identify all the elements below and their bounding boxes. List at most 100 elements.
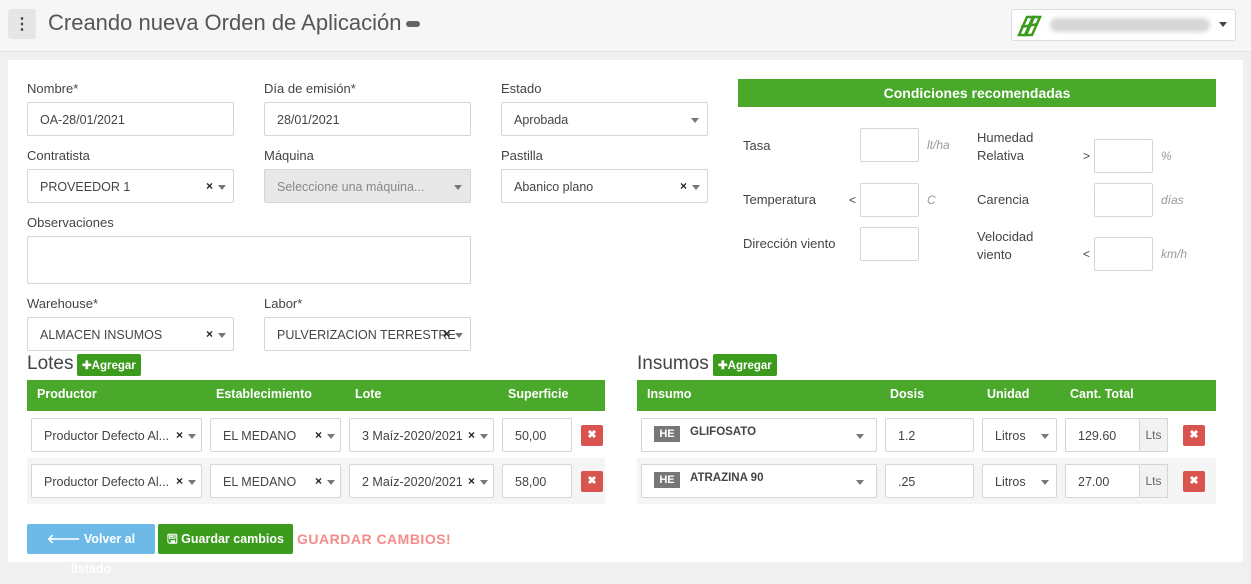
humedad-sym: >: [1083, 149, 1091, 163]
temperatura-input[interactable]: [860, 183, 919, 217]
unit-addon: Lts: [1140, 464, 1168, 498]
clear-icon[interactable]: ×: [206, 179, 213, 193]
contratista-label: Contratista: [27, 148, 90, 163]
add-insumo-button[interactable]: ✚Agregar: [713, 354, 777, 376]
lote-select[interactable]: 3 Maíz-2020/2021 ×: [349, 418, 494, 452]
humedad-unit: %: [1161, 149, 1172, 163]
lotes-table-header: Productor Establecimiento Lote Superfici…: [27, 380, 605, 411]
col-lote: Lote: [355, 387, 382, 401]
clear-icon[interactable]: ×: [468, 428, 475, 442]
delete-insumo-button[interactable]: ✖: [1183, 425, 1205, 446]
clear-icon[interactable]: ×: [315, 428, 322, 442]
chevron-down-icon: [188, 480, 196, 485]
carencia-label: Carencia: [977, 192, 1030, 207]
establecimiento-select[interactable]: EL MEDANO ×: [210, 464, 341, 498]
clear-icon[interactable]: ×: [443, 327, 450, 341]
lote-select[interactable]: 2 Maíz-2020/2021 ×: [349, 464, 494, 498]
cant-total-input[interactable]: 27.00: [1065, 464, 1140, 498]
direccion-viento-input[interactable]: [860, 227, 919, 261]
carencia-input[interactable]: [1094, 183, 1153, 217]
condiciones-header: Condiciones recomendadas: [738, 79, 1216, 107]
main-panel: Nombre* OA-28/01/2021 Día de emisión* 28…: [8, 60, 1243, 576]
clear-icon[interactable]: ×: [680, 179, 687, 193]
col-dosis: Dosis: [890, 387, 925, 401]
clear-icon[interactable]: ×: [206, 327, 213, 341]
warehouse-select[interactable]: ALMACEN INSUMOS ×: [27, 317, 234, 351]
tasa-label: Tasa: [743, 138, 771, 153]
unidad-select[interactable]: Litros: [982, 464, 1057, 498]
observaciones-textarea[interactable]: [27, 236, 471, 284]
chevron-down-icon: [1219, 22, 1227, 27]
clear-icon[interactable]: ×: [315, 474, 322, 488]
contratista-select[interactable]: PROVEEDOR 1 ×: [27, 169, 234, 203]
labor-label: Labor*: [264, 296, 303, 311]
col-unidad: Unidad: [987, 387, 1030, 401]
menu-button[interactable]: ⋮: [8, 9, 36, 39]
col-insumo: Insumo: [647, 387, 692, 401]
chevron-down-icon: [454, 185, 462, 190]
pastilla-select[interactable]: Abanico plano ×: [501, 169, 708, 203]
tasa-unit: lt/ha: [927, 138, 950, 152]
establecimiento-select[interactable]: EL MEDANO ×: [210, 418, 341, 452]
humedad-label: Humedad Relativa: [977, 130, 1034, 163]
delete-lote-button[interactable]: ✖: [581, 425, 603, 446]
superficie-input[interactable]: 58,00: [502, 464, 572, 498]
dia-emision-input[interactable]: 28/01/2021: [264, 102, 471, 136]
delete-insumo-button[interactable]: ✖: [1183, 471, 1205, 492]
insumo-select[interactable]: HE ATRAZINA 90: [641, 464, 877, 498]
chevron-down-icon: [691, 118, 699, 123]
save-changes-button[interactable]: 🖫 Guardar cambios: [158, 524, 293, 554]
humedad-input[interactable]: [1094, 139, 1153, 173]
chevron-down-icon: [327, 434, 335, 439]
temperatura-sym: <: [849, 193, 857, 207]
estado-label: Estado: [501, 81, 542, 96]
insumos-title: Insumos: [637, 353, 709, 374]
table-row: Productor Defecto Al... × EL MEDANO × 3 …: [27, 412, 605, 458]
chevron-down-icon: [856, 480, 864, 485]
delete-lote-button[interactable]: ✖: [581, 471, 603, 492]
clear-icon[interactable]: ×: [176, 428, 183, 442]
col-establecimiento: Establecimiento: [216, 387, 312, 401]
clear-icon[interactable]: ×: [468, 474, 475, 488]
chevron-down-icon: [188, 434, 196, 439]
velocidad-viento-label: Velocidad viento: [977, 229, 1034, 262]
add-lote-button[interactable]: ✚Agregar: [77, 354, 141, 376]
direccion-viento-label: Dirección viento: [743, 236, 836, 251]
temperatura-label: Temperatura: [743, 192, 816, 207]
chevron-down-icon: [480, 434, 488, 439]
chevron-down-icon: [327, 480, 335, 485]
dosis-input[interactable]: 1.2: [885, 418, 974, 452]
estado-select[interactable]: Aprobada: [501, 102, 708, 136]
labor-select[interactable]: PULVERIZACION TERRESTRE ×: [264, 317, 471, 351]
dosis-input[interactable]: .25: [885, 464, 974, 498]
chevron-down-icon: [1041, 480, 1049, 485]
title-pill-icon: [406, 21, 421, 28]
chevron-down-icon: [218, 333, 226, 338]
productor-select[interactable]: Productor Defecto Al... ×: [31, 464, 202, 498]
insumo-select[interactable]: HE GLIFOSATO: [641, 418, 877, 452]
chevron-down-icon: [218, 185, 226, 190]
page-title: Creando nueva Orden de Aplicación: [48, 10, 421, 36]
cant-total-input[interactable]: 129.60: [1065, 418, 1140, 452]
observaciones-label: Observaciones: [27, 215, 114, 230]
unidad-select[interactable]: Litros: [982, 418, 1057, 452]
user-menu[interactable]: [1011, 9, 1236, 41]
productor-select[interactable]: Productor Defecto Al... ×: [31, 418, 202, 452]
clear-icon[interactable]: ×: [176, 474, 183, 488]
company-logo-icon: [1017, 15, 1042, 37]
chevron-down-icon: [856, 434, 864, 439]
temperatura-unit: C: [927, 193, 936, 207]
back-to-list-button[interactable]: 🡐 Volver al listado: [27, 524, 155, 576]
velocidad-viento-input[interactable]: [1094, 237, 1153, 271]
col-superficie: Superficie: [508, 387, 569, 401]
tasa-input[interactable]: [860, 128, 919, 162]
unit-addon: Lts: [1140, 418, 1168, 452]
unsaved-warning: GUARDAR CAMBIOS!: [297, 531, 452, 547]
insumos-table-header: Insumo Dosis Unidad Cant. Total: [637, 380, 1216, 411]
maquina-select: Seleccione una máquina...: [264, 169, 471, 203]
chevron-down-icon: [455, 333, 463, 338]
nombre-input[interactable]: OA-28/01/2021: [27, 102, 234, 136]
kebab-menu-icon: ⋮: [14, 16, 30, 33]
warehouse-label: Warehouse*: [27, 296, 99, 311]
superficie-input[interactable]: 50,00: [502, 418, 572, 452]
